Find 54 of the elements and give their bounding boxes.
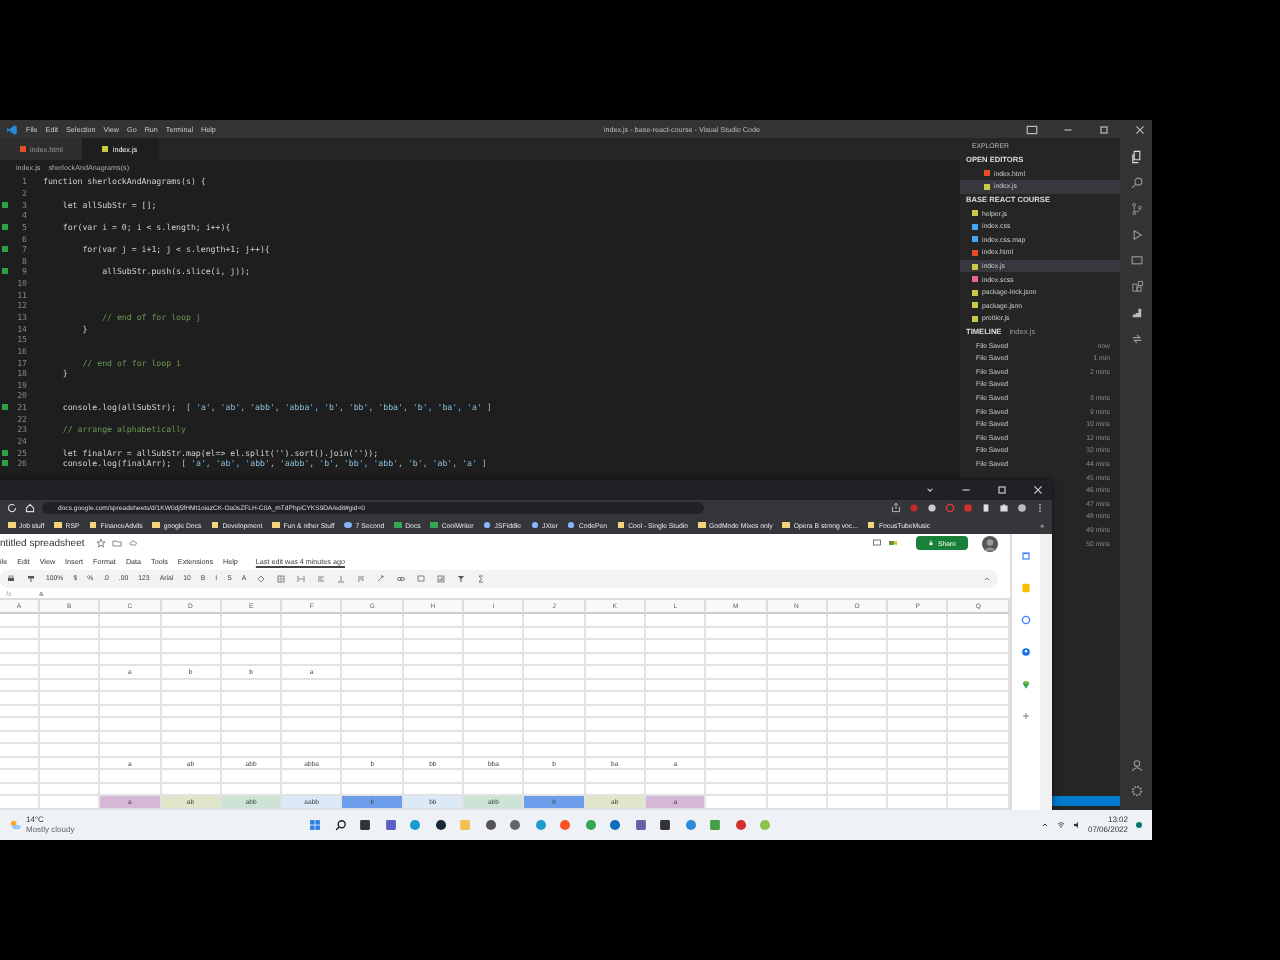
functions-icon[interactable] [476,573,487,584]
extensions-icon[interactable] [1129,280,1143,294]
puzzle-icon[interactable] [998,502,1010,514]
map-pin-icon[interactable] [1020,678,1032,690]
profile-icon[interactable] [1016,502,1028,514]
close-icon[interactable] [1032,484,1044,496]
close-icon[interactable] [1134,123,1146,135]
search-icon[interactable] [333,818,347,832]
home-icon[interactable] [24,502,36,514]
calendar-icon[interactable] [1020,550,1032,562]
start-icon[interactable] [308,818,322,832]
minimize-icon[interactable] [960,484,972,496]
paint-format-icon[interactable] [26,573,36,584]
contacts-icon[interactable] [1020,646,1032,658]
wifi-icon[interactable] [1055,820,1066,830]
editor-logo-icon [6,123,18,135]
maximize-icon[interactable] [996,484,1008,496]
speaker-icon[interactable] [1071,820,1082,830]
star-icon[interactable] [96,538,107,549]
print-icon[interactable] [6,573,16,584]
branch-icon[interactable] [1129,202,1143,216]
chat-icon[interactable] [633,818,647,832]
cloud-icon[interactable] [128,538,139,549]
terminal-icon[interactable] [658,818,672,832]
task-view-icon[interactable] [358,818,372,832]
link-icon[interactable] [396,573,407,584]
lock-icon [927,540,934,547]
filter-icon[interactable] [456,573,467,584]
notification-icon[interactable] [1134,820,1144,830]
chevron-icon[interactable] [924,484,936,496]
app-icon[interactable] [433,818,447,832]
minimize-icon[interactable] [1062,123,1074,135]
layout-icon[interactable] [1026,123,1038,135]
code-icon[interactable] [683,818,697,832]
video-call-icon[interactable] [887,538,898,549]
chart-icon[interactable] [1129,306,1143,320]
maximize-icon[interactable] [1098,123,1110,135]
account-icon[interactable] [1129,758,1143,772]
clock-icon[interactable] [483,818,497,832]
plus-icon[interactable] [1020,710,1032,722]
avatar[interactable] [982,535,998,552]
browser-icon[interactable] [408,818,422,832]
rotate-icon[interactable] [376,573,387,584]
monitor-icon[interactable] [1129,254,1143,268]
chat-icon[interactable] [383,818,397,832]
tasks-icon[interactable] [1020,614,1032,626]
run-icon[interactable] [1129,228,1143,242]
mail-icon[interactable] [608,818,622,832]
settings-icon[interactable] [1129,784,1143,798]
borders-icon[interactable] [276,573,287,584]
files-icon[interactable] [1129,150,1143,164]
folder-icon[interactable] [112,538,123,549]
fill-color-icon[interactable] [256,573,267,584]
reload-icon[interactable] [6,502,18,514]
